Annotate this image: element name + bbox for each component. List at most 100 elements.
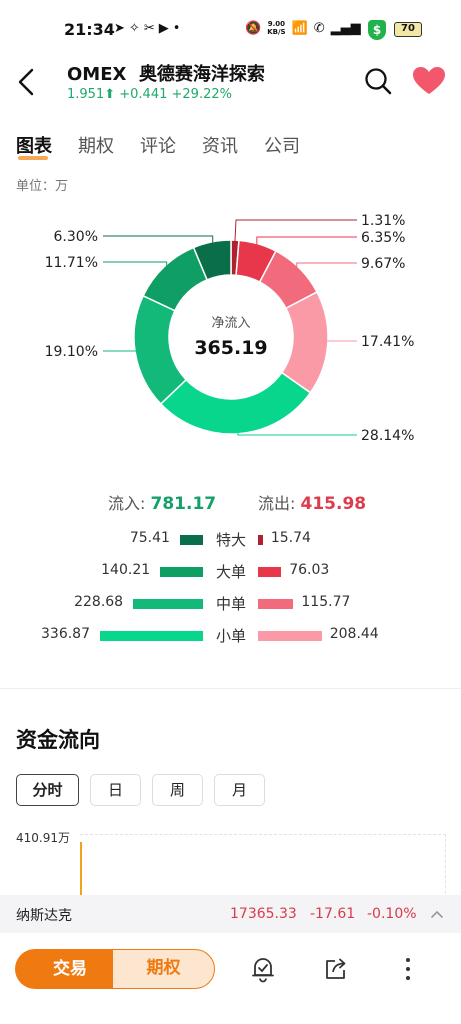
net-speed-unit: KB/S <box>267 28 286 36</box>
inflow-label: 流入: <box>108 494 146 513</box>
inflow-value: 781.17 <box>150 494 217 514</box>
signal-icon: ▂▄▆ <box>330 20 361 36</box>
youtube-icon: ▶ <box>158 21 173 36</box>
flow-row: 140.21 大单 76.03 <box>0 560 461 584</box>
mute-icon: 🔕 <box>245 20 262 36</box>
outflow-amount: 115.77 <box>301 594 351 610</box>
stock-quote: 1.951⬆ +0.441 +29.22% <box>67 87 232 102</box>
outflow-bar <box>258 631 322 641</box>
index-name: 纳斯达克 <box>16 908 72 924</box>
leader-line <box>234 219 357 245</box>
inflow-amount: 140.21 <box>101 562 151 578</box>
stock-name: 奥德赛海洋探索 <box>138 64 265 85</box>
leader-line <box>103 261 168 270</box>
outflow-amount: 15.74 <box>270 530 311 546</box>
net-speed: 9.00 KB/S <box>267 20 285 36</box>
system-icons: 🔕 9.00 KB/S 📶 ✆ ▂▄▆ <box>245 20 361 36</box>
more-vertical-icon[interactable] <box>400 955 416 983</box>
telegram-icon: ➤ <box>114 21 129 36</box>
outflow-value: 415.98 <box>300 494 367 514</box>
notification-icons: ➤✧✂▶• <box>114 21 184 36</box>
index-ticker-bar[interactable]: 纳斯达克 17365.33 -17.61 -0.10% <box>0 895 461 933</box>
options-button[interactable]: 期权 <box>112 949 215 989</box>
index-change: -17.61 <box>310 906 356 922</box>
net-inflow-value: 365.19 <box>194 337 267 359</box>
inflow-total: 流入: 781.17 <box>108 490 216 514</box>
net-speed-value: 9.00 <box>267 20 285 28</box>
slice-percent-label: 11.71% <box>45 255 98 271</box>
tab-3[interactable]: 资讯 <box>202 132 238 162</box>
period-button-2[interactable]: 周 <box>152 774 203 806</box>
outflow-amount: 76.03 <box>289 562 330 578</box>
period-selector: 分时日周月 <box>16 774 265 806</box>
stock-change-pct: +29.22% <box>171 87 232 102</box>
app-icon: ✧ <box>128 21 144 36</box>
slice-percent-label: 6.35% <box>361 230 405 246</box>
unit-label: 单位：万 <box>16 179 69 194</box>
capital-flow-title: 资金流向 <box>16 728 100 752</box>
slice-percent-label: 6.30% <box>54 229 98 245</box>
inflow-amount: 75.41 <box>129 530 170 546</box>
heart-icon[interactable] <box>412 66 446 96</box>
donut-slice <box>133 294 188 405</box>
outflow-bar <box>258 567 282 577</box>
outflow-label: 流出: <box>258 494 296 513</box>
chart-y-max-label: 410.91万 <box>16 831 70 845</box>
capital-flow-chart-grid <box>80 834 446 904</box>
stock-title: OMEX 奥德赛海洋探索 <box>67 60 265 86</box>
tab-2[interactable]: 评论 <box>140 132 176 162</box>
inflow-bar <box>160 567 203 577</box>
status-bar: 21:34 ➤✧✂▶• 🔕 9.00 KB/S 📶 ✆ ▂▄▆ $ 70 <box>0 0 461 58</box>
up-arrow-icon: ⬆ <box>104 87 116 102</box>
tab-4[interactable]: 公司 <box>264 132 300 162</box>
slice-percent-label: 1.31% <box>361 213 405 229</box>
inflow-amount: 336.87 <box>41 626 90 642</box>
bottom-nav: 交易 期权 <box>0 933 461 1024</box>
slice-percent-label: 17.41% <box>361 334 414 350</box>
alert-bell-icon[interactable] <box>249 955 277 983</box>
dot-icon: • <box>172 21 185 36</box>
inflow-amount: 228.68 <box>74 594 124 610</box>
tab-1[interactable]: 期权 <box>78 132 114 162</box>
flow-row: 228.68 中单 115.77 <box>0 592 461 616</box>
stock-ticker: OMEX <box>67 64 127 85</box>
order-size-category: 中单 <box>215 595 246 613</box>
period-button-0[interactable]: 分时 <box>16 774 79 806</box>
inflow-bar <box>179 535 203 545</box>
outflow-amount: 208.44 <box>329 626 379 642</box>
search-icon[interactable] <box>362 65 394 97</box>
period-button-1[interactable]: 日 <box>90 774 141 806</box>
outflow-total: 流出: 415.98 <box>258 490 366 514</box>
inflow-bar <box>100 631 203 641</box>
battery-icon: 70 <box>394 22 422 37</box>
outflow-bar <box>258 535 263 545</box>
flow-row: 75.41 特大 15.74 <box>0 528 461 552</box>
leader-line <box>256 236 357 248</box>
trade-button[interactable]: 交易 <box>15 949 125 989</box>
status-time: 21:34 <box>64 20 115 39</box>
inflow-bar <box>133 599 203 609</box>
order-size-category: 小单 <box>215 627 246 645</box>
slice-percent-label: 9.67% <box>361 256 405 272</box>
capcut-icon: ✂ <box>143 21 159 36</box>
tab-0[interactable]: 图表 <box>16 132 52 162</box>
capital-flow-line <box>80 842 82 902</box>
leader-line <box>323 340 357 344</box>
tab-bar: 图表 期权 评论 资讯 公司 <box>16 132 326 162</box>
period-button-3[interactable]: 月 <box>214 774 265 806</box>
leader-line <box>103 235 214 246</box>
stock-price: 1.951 <box>67 87 105 102</box>
outflow-bar <box>258 599 294 609</box>
net-inflow-label: 净流入 <box>211 316 250 331</box>
order-size-category: 大单 <box>215 563 246 581</box>
flow-row: 336.87 小单 208.44 <box>0 624 461 648</box>
share-icon[interactable] <box>322 955 350 983</box>
back-arrow-icon[interactable] <box>12 64 42 100</box>
leader-line <box>103 350 140 352</box>
section-divider <box>0 688 461 689</box>
shield-icon: $ <box>368 20 386 40</box>
order-size-category: 特大 <box>215 531 246 549</box>
index-change-pct: -0.10% <box>367 906 417 922</box>
stock-change: +0.441 <box>119 87 168 102</box>
chevron-up-icon[interactable] <box>430 907 444 921</box>
